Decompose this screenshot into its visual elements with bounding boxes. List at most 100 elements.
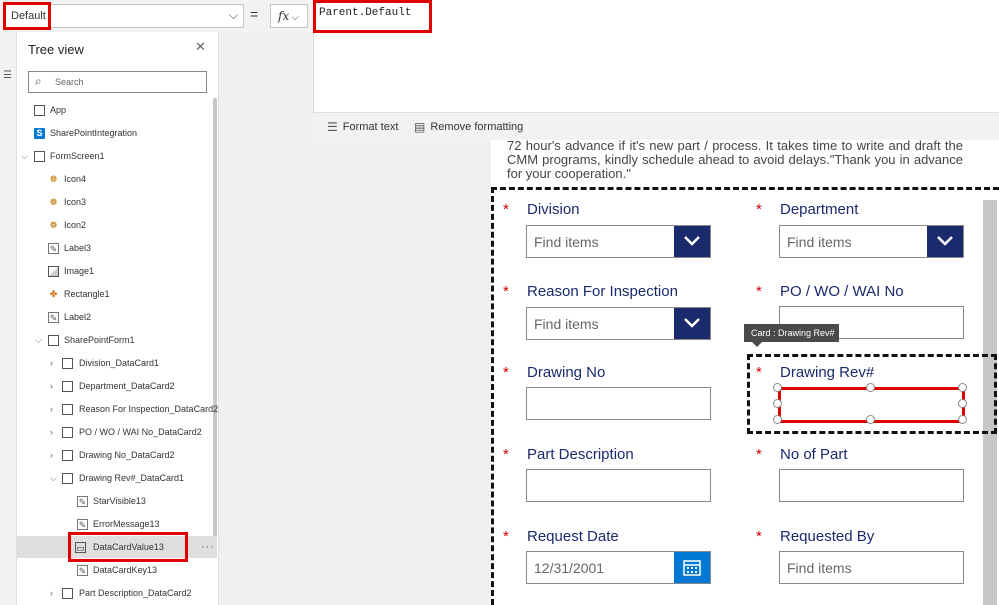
tree-item-formscreen1[interactable]: ⌵ FormScreen1 bbox=[17, 145, 217, 167]
left-rail: ☰ bbox=[0, 32, 17, 605]
tree-item-icon2[interactable]: ❁ Icon2 bbox=[17, 214, 217, 236]
tree-item-rectangle1[interactable]: ✤ Rectangle1 bbox=[17, 283, 217, 305]
part-description-input[interactable] bbox=[526, 469, 711, 502]
resize-handle[interactable] bbox=[866, 415, 875, 424]
tree-view-rail-icon[interactable]: ☰ bbox=[3, 70, 12, 81]
card-control-icon bbox=[62, 380, 73, 392]
chevron-right-icon[interactable]: › bbox=[50, 450, 53, 460]
requested-by-combobox[interactable]: Find items bbox=[779, 551, 964, 584]
label-control-icon: ✎ bbox=[77, 518, 88, 530]
combo-placeholder: Find items bbox=[787, 234, 852, 250]
remove-formatting-button[interactable]: ▤ Remove formatting bbox=[414, 120, 523, 134]
department-combobox[interactable]: Find items bbox=[779, 225, 964, 258]
chevron-right-icon[interactable]: › bbox=[50, 404, 53, 414]
more-options-icon[interactable]: ··· bbox=[201, 541, 215, 553]
icon-control-icon: ❁ bbox=[49, 173, 58, 184]
resize-handle[interactable] bbox=[773, 399, 782, 408]
combo-placeholder: Find items bbox=[534, 234, 599, 250]
tree-item-label: Drawing Rev#_DataCard1 bbox=[79, 473, 185, 483]
tree-item-app[interactable]: App bbox=[17, 99, 217, 121]
resize-handle[interactable] bbox=[773, 415, 782, 424]
po-wo-label: PO / WO / WAI No bbox=[780, 283, 904, 300]
tree-item-label: SharePointIntegration bbox=[50, 128, 138, 138]
tree-item-label: Rectangle1 bbox=[64, 289, 110, 299]
tree-item-label: App bbox=[50, 105, 67, 115]
tree-item-label: Label2 bbox=[64, 312, 92, 322]
required-star: * bbox=[756, 364, 762, 381]
dropdown-button[interactable] bbox=[927, 226, 963, 257]
chevron-right-icon[interactable]: › bbox=[50, 427, 53, 437]
tree-item-label: Part Description_DataCard2 bbox=[79, 588, 192, 598]
intro-text: help accomplish our goals, we ask you to… bbox=[507, 140, 963, 181]
label-control-icon: ✎ bbox=[48, 311, 59, 323]
chevron-down-icon[interactable]: ⌵ bbox=[50, 473, 57, 484]
card-control-icon bbox=[62, 426, 73, 438]
tree-item-label: Image1 bbox=[64, 266, 95, 276]
tree-item-starvisible13[interactable]: ✎ StarVisible13 bbox=[17, 490, 217, 512]
dropdown-button[interactable] bbox=[674, 308, 710, 339]
tree-item-label3[interactable]: ✎ Label3 bbox=[17, 237, 217, 259]
tree-item-icon4[interactable]: ❁ Icon4 bbox=[17, 168, 217, 190]
tree-item-label: Drawing No_DataCard2 bbox=[79, 450, 175, 460]
tree-item-drawing-rev-datacard1[interactable]: ⌵ Drawing Rev#_DataCard1 bbox=[17, 467, 217, 489]
calendar-button[interactable] bbox=[674, 552, 710, 583]
tree-item-datacardkey13[interactable]: ✎ DataCardKey13 bbox=[17, 559, 217, 581]
chevron-right-icon[interactable]: › bbox=[50, 381, 53, 391]
tree-item-label: FormScreen1 bbox=[50, 151, 105, 161]
tree-item-label: Icon4 bbox=[64, 174, 87, 184]
format-toolbar: ☰ Format text ▤ Remove formatting bbox=[313, 112, 999, 140]
resize-handle[interactable] bbox=[866, 383, 875, 392]
required-star: * bbox=[503, 528, 509, 545]
required-star: * bbox=[503, 201, 509, 218]
tree-item-drawing-no-datacard2[interactable]: › Drawing No_DataCard2 bbox=[17, 444, 217, 466]
resize-handle[interactable] bbox=[773, 383, 782, 392]
label-control-icon: ✎ bbox=[48, 242, 59, 254]
chevron-right-icon[interactable]: › bbox=[50, 358, 53, 368]
combo-placeholder: Find items bbox=[534, 316, 599, 332]
close-icon[interactable]: ✕ bbox=[195, 39, 206, 55]
request-date-picker[interactable]: 12/31/2001 bbox=[526, 551, 711, 584]
icon-control-icon: ❁ bbox=[49, 219, 58, 230]
tree-item-label: DataCardKey13 bbox=[93, 565, 158, 575]
no-of-part-input[interactable] bbox=[779, 469, 964, 502]
chevron-down-icon[interactable]: ⌵ bbox=[21, 151, 28, 162]
tree-item-label: SharePointForm1 bbox=[64, 335, 135, 345]
tree-item-part-description-datacard2[interactable]: › Part Description_DataCard2 bbox=[17, 582, 217, 604]
tree-item-label: Division_DataCard1 bbox=[79, 358, 160, 368]
calendar-icon bbox=[683, 560, 701, 576]
requested-by-label: Requested By bbox=[780, 528, 875, 545]
drawing-no-input[interactable] bbox=[526, 387, 711, 420]
highlight-tree-item-box bbox=[68, 532, 188, 562]
fx-button[interactable]: fx ⌵ bbox=[270, 4, 308, 28]
resize-handle[interactable] bbox=[958, 399, 967, 408]
chevron-down-icon[interactable]: ⌵ bbox=[35, 335, 42, 346]
tree-item-department-datacard2[interactable]: › Department_DataCard2 bbox=[17, 375, 217, 397]
chevron-down-icon bbox=[937, 236, 953, 246]
division-combobox[interactable]: Find items bbox=[526, 225, 711, 258]
department-label: Department bbox=[780, 201, 859, 218]
tree-item-image1[interactable]: Image1 bbox=[17, 260, 217, 282]
intro-text-container: help accomplish our goals, we ask you to… bbox=[491, 140, 999, 187]
card-control-icon bbox=[62, 472, 73, 484]
resize-handle[interactable] bbox=[958, 415, 967, 424]
tree-item-division-datacard1[interactable]: › Division_DataCard1 bbox=[17, 352, 217, 374]
format-text-button[interactable]: ☰ Format text bbox=[327, 120, 398, 134]
tree-item-label2[interactable]: ✎ Label2 bbox=[17, 306, 217, 328]
required-star: * bbox=[503, 364, 509, 381]
required-star: * bbox=[756, 201, 762, 218]
tree-item-sharepointintegration[interactable]: S SharePointIntegration bbox=[17, 122, 217, 144]
format-text-label: Format text bbox=[342, 121, 399, 133]
tree-item-po-datacard2[interactable]: › PO / WO / WAI No_DataCard2 bbox=[17, 421, 217, 443]
icon-control-icon: ❁ bbox=[49, 196, 58, 207]
resize-handle[interactable] bbox=[958, 383, 967, 392]
reason-combobox[interactable]: Find items bbox=[526, 307, 711, 340]
tree-search-input[interactable]: ⌕ Search bbox=[28, 71, 207, 93]
chevron-right-icon[interactable]: › bbox=[50, 588, 53, 598]
app-icon bbox=[34, 104, 45, 116]
tree-item-label: ErrorMessage13 bbox=[93, 519, 160, 529]
dropdown-button[interactable] bbox=[674, 226, 710, 257]
tree-item-sharepointform1[interactable]: ⌵ SharePointForm1 bbox=[17, 329, 217, 351]
highlight-property-box bbox=[3, 2, 51, 30]
tree-item-icon3[interactable]: ❁ Icon3 bbox=[17, 191, 217, 213]
tree-item-reason-datacard2[interactable]: › Reason For Inspection_DataCard2 bbox=[17, 398, 218, 420]
